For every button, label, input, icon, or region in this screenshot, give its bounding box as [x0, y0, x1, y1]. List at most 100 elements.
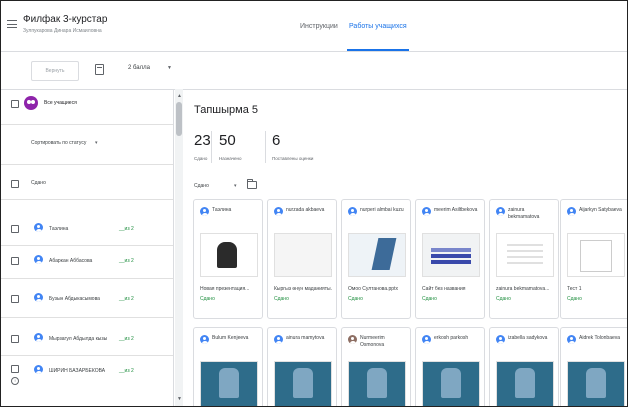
- scroll-up-icon[interactable]: ▲: [177, 93, 182, 99]
- divider: [1, 245, 173, 246]
- document-title[interactable]: Тест 1: [567, 286, 625, 292]
- status-label: Сдано: [274, 296, 289, 302]
- student-name: meerim Asiltbekova: [434, 207, 478, 213]
- stat-assigned-label: Назначено: [219, 156, 242, 161]
- student-name: erkosh parkosh: [434, 335, 469, 341]
- document-thumbnail[interactable]: [274, 233, 332, 277]
- document-thumbnail[interactable]: [422, 361, 480, 406]
- folder-icon[interactable]: [247, 179, 257, 189]
- document-thumbnail[interactable]: [200, 233, 258, 277]
- scrollbar-thumb[interactable]: [176, 102, 182, 136]
- submission-card[interactable]: zainura bekmamatova zainura bekmamatova.…: [489, 199, 559, 319]
- divider: [211, 131, 212, 163]
- student-name: ainura mamytova: [286, 335, 325, 341]
- submission-card[interactable]: Aijarkyn Satybaeva Тест 1 Сдано: [560, 199, 627, 319]
- points-select[interactable]: 2 балла: [128, 65, 150, 71]
- document-title[interactable]: zainura bekmamatova...: [496, 286, 554, 292]
- submission-card[interactable]: izabella sadykova: [489, 327, 559, 406]
- grade-input[interactable]: __из 2: [119, 296, 134, 302]
- student-name: Таэлина: [212, 207, 232, 213]
- document-thumbnail[interactable]: [348, 361, 406, 406]
- status-label: Сдано: [200, 296, 215, 302]
- tab-instructions[interactable]: Инструкции: [300, 1, 338, 51]
- status-label: Сдано: [422, 296, 437, 302]
- document-thumbnail[interactable]: [274, 361, 332, 406]
- avatar: [496, 335, 505, 344]
- student-name: nurperi almbai kuzu: [360, 207, 404, 213]
- avatar: [422, 207, 431, 216]
- return-button[interactable]: Вернуть: [31, 61, 79, 81]
- student-name[interactable]: Абаркан Аббасова: [49, 258, 92, 264]
- student-name[interactable]: Бузын Абдыкасымова: [49, 296, 100, 302]
- submission-card[interactable]: Nurmeerim Osmonova: [341, 327, 411, 406]
- grade-input[interactable]: __из 2: [119, 226, 134, 232]
- student-checkbox[interactable]: [11, 257, 19, 265]
- avatar: [34, 223, 43, 232]
- student-name[interactable]: Мырзагул Абдылда кызы: [49, 336, 107, 342]
- document-thumbnail[interactable]: [422, 233, 480, 277]
- student-name: izabella sadykova: [508, 335, 548, 341]
- all-students-label[interactable]: Все учащиеся: [44, 100, 77, 106]
- avatar: [200, 335, 209, 344]
- grade-input[interactable]: __из 2: [119, 336, 134, 342]
- submission-card[interactable]: erkosh parkosh: [415, 327, 485, 406]
- grade-input[interactable]: __из 2: [119, 258, 134, 264]
- teacher-name: Зулпукарова Динара Исмаиловна: [23, 28, 102, 34]
- sort-select[interactable]: Сортировать по статусу: [31, 140, 86, 146]
- document-thumbnail[interactable]: [496, 233, 554, 277]
- avatar: [496, 207, 505, 216]
- info-icon[interactable]: !: [11, 377, 19, 385]
- submission-card[interactable]: nurzada akbaeva Кыргыз өнүн маданияты...…: [267, 199, 337, 319]
- chevron-down-icon[interactable]: ▼: [167, 65, 172, 71]
- section-checkbox[interactable]: [11, 180, 19, 188]
- submission-card[interactable]: Bulum Kenjeeva: [193, 327, 263, 406]
- scrollbar[interactable]: [175, 89, 183, 406]
- grade-input[interactable]: __из 2: [119, 368, 134, 374]
- document-title[interactable]: Сайт без названия: [422, 286, 480, 292]
- document-title[interactable]: Омоо Султанова.pptx: [348, 286, 406, 292]
- submission-card[interactable]: ainura mamytova: [267, 327, 337, 406]
- divider: [1, 317, 173, 318]
- tab-student-work[interactable]: Работы учащихся: [347, 1, 409, 51]
- student-name: Aidrek Tolonbaeva: [579, 335, 621, 341]
- avatar: [274, 335, 283, 344]
- submission-card[interactable]: meerim Asiltbekova Сайт без названия Сда…: [415, 199, 485, 319]
- document-thumbnail[interactable]: [567, 233, 625, 277]
- stat-graded-value: 6: [272, 132, 281, 149]
- stat-assigned-value: 50: [219, 132, 236, 149]
- student-name: Bulum Kenjeeva: [212, 335, 249, 341]
- header: Филфак 3-курстар Зулпукарова Динара Исма…: [1, 1, 627, 52]
- document-title[interactable]: Кыргыз өнүн маданияты...: [274, 286, 332, 292]
- stat-submitted-label: Сдано: [194, 156, 208, 161]
- student-checkbox[interactable]: [11, 295, 19, 303]
- document-thumbnail[interactable]: [496, 361, 554, 406]
- email-icon[interactable]: [95, 64, 104, 75]
- student-checkbox[interactable]: [11, 365, 19, 373]
- menu-icon[interactable]: [7, 20, 17, 28]
- document-thumbnail[interactable]: [348, 233, 406, 277]
- course-title[interactable]: Филфак 3-курстар: [23, 14, 107, 25]
- chevron-down-icon[interactable]: ▾: [234, 183, 237, 189]
- chevron-down-icon[interactable]: ▾: [95, 140, 98, 146]
- student-checkbox[interactable]: [11, 225, 19, 233]
- stat-graded-label: Поставлены оценки: [272, 156, 314, 161]
- document-thumbnail[interactable]: [567, 361, 625, 406]
- divider: [1, 199, 173, 200]
- submission-card[interactable]: nurperi almbai kuzu Омоо Султанова.pptx …: [341, 199, 411, 319]
- student-name[interactable]: ШИРИН БАЗАРБЕКОВА: [49, 368, 105, 374]
- select-all-checkbox[interactable]: [11, 100, 19, 108]
- submission-card[interactable]: Таэлина Новая презентация... Сдано: [193, 199, 263, 319]
- student-checkbox[interactable]: [11, 335, 19, 343]
- avatar: [200, 207, 209, 216]
- avatar: [348, 207, 357, 216]
- student-name[interactable]: Таэлина: [49, 226, 68, 232]
- document-thumbnail[interactable]: [200, 361, 258, 406]
- app-window: Филфак 3-курстар Зулпукарова Динара Исма…: [0, 0, 628, 407]
- submission-card[interactable]: Aidrek Tolonbaeva: [560, 327, 627, 406]
- document-title[interactable]: Новая презентация...: [200, 286, 258, 292]
- avatar: [34, 333, 43, 342]
- filter-select[interactable]: Сдано: [194, 183, 209, 189]
- scroll-down-icon[interactable]: ▼: [177, 396, 182, 402]
- student-list-panel: [1, 89, 174, 406]
- divider: [265, 131, 266, 163]
